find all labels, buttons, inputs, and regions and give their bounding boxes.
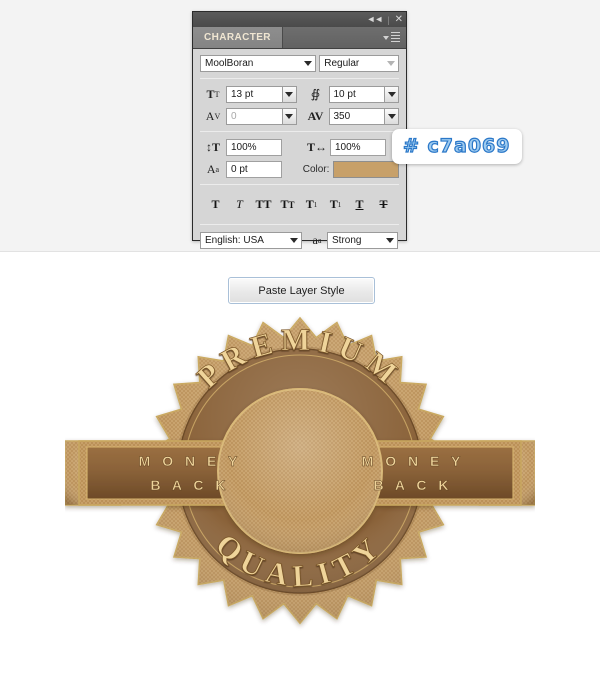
tab-character-label: CHARACTER: [204, 32, 271, 43]
leading-caret[interactable]: [384, 86, 399, 103]
baseline-color-row: Aa 0 pt Color:: [200, 161, 399, 178]
character-panel-body: MoolBoran Regular TT 13 pt ∯ 10 pt A V 0…: [193, 49, 406, 249]
chevron-down-icon: [383, 35, 389, 40]
paste-layer-style-button[interactable]: Paste Layer Style: [228, 277, 375, 304]
language-caret[interactable]: [287, 232, 302, 249]
baseline-shift-icon: Aa: [206, 162, 220, 176]
panel-titlebar: ◄◄ | ✕: [193, 12, 406, 27]
underline-button[interactable]: T: [348, 195, 372, 214]
font-family-select[interactable]: MoolBoran: [200, 55, 317, 72]
photoshop-panel-area: ◄◄ | ✕ CHARACTER MoolBoran Regular T T 1…: [0, 0, 600, 252]
character-panel: ◄◄ | ✕ CHARACTER MoolBoran Regular T T 1…: [192, 11, 407, 249]
leading-value[interactable]: 10 pt: [328, 86, 384, 103]
ribbon-left-line1: M O N E Y: [139, 453, 242, 469]
language-row: English: USA aa Strong: [200, 232, 399, 249]
close-icon[interactable]: ✕: [395, 14, 403, 25]
collapse-icon[interactable]: ◄◄: [366, 15, 383, 24]
hex-color-callout: # c7a069: [392, 129, 522, 164]
faux-bold-button[interactable]: T: [204, 195, 228, 214]
faux-italic-button[interactable]: T: [228, 195, 252, 214]
tracking-value[interactable]: 350: [328, 108, 384, 125]
antialias-caret[interactable]: [383, 232, 398, 249]
font-style-select[interactable]: Regular: [319, 55, 399, 72]
strikethrough-button[interactable]: T: [372, 195, 396, 214]
color-label: Color:: [302, 164, 330, 175]
kerning-icon: AV: [205, 109, 221, 123]
scale-row: ↕ T 100% T ↔ 100%: [200, 139, 399, 156]
horizontal-scale-icon: T ↔: [306, 140, 327, 154]
language-value[interactable]: English: USA: [200, 232, 287, 249]
font-family-caret[interactable]: [301, 55, 317, 72]
font-style-caret: [384, 55, 399, 72]
vertical-scale-value[interactable]: 100%: [226, 139, 282, 156]
canvas-area: Paste Layer Style PREMIUM QUALITY M O N …: [0, 252, 600, 692]
premium-quality-badge: PREMIUM QUALITY M O N E Y B A C K M O N …: [65, 308, 535, 638]
font-size-value[interactable]: 13 pt: [226, 86, 282, 103]
panel-tabbar: CHARACTER: [193, 27, 406, 49]
superscript-button[interactable]: T1: [300, 195, 324, 214]
titlebar-divider: |: [387, 14, 390, 25]
size-leading-row: TT 13 pt ∯ 10 pt: [200, 86, 399, 103]
font-size-caret[interactable]: [281, 86, 297, 103]
panel-divider-1: [200, 78, 399, 79]
panel-menu-icon[interactable]: [383, 27, 406, 48]
kerning-field[interactable]: 0: [226, 108, 297, 125]
panel-divider-4: [200, 224, 399, 225]
paste-layer-style-label: Paste Layer Style: [258, 284, 345, 297]
font-style-buttons: T T TT TT T1 T1 T T: [200, 192, 399, 218]
subscript-button[interactable]: T1: [324, 195, 348, 214]
badge-ribbon: M O N E Y B A C K M O N E Y B A C K: [65, 388, 535, 554]
text-color-swatch[interactable]: [333, 161, 399, 178]
tracking-caret[interactable]: [384, 108, 399, 125]
font-size-icon: TT: [206, 87, 220, 101]
panel-divider-3: [200, 184, 399, 185]
kerning-caret[interactable]: [281, 108, 297, 125]
anti-alias-icon: aa: [312, 233, 322, 247]
leading-icon: ∯: [310, 87, 321, 101]
language-select[interactable]: English: USA: [200, 232, 302, 249]
font-style-value[interactable]: Regular: [319, 55, 384, 72]
horizontal-scale-value[interactable]: 100%: [330, 139, 386, 156]
small-caps-button[interactable]: TT: [276, 195, 300, 214]
all-caps-button[interactable]: TT: [252, 195, 276, 214]
tracking-icon: AV: [307, 109, 324, 123]
tracking-field[interactable]: 350: [328, 108, 399, 125]
ribbon-right-line1: M O N E Y: [362, 453, 465, 469]
leading-field[interactable]: 10 pt: [328, 86, 399, 103]
font-family-value[interactable]: MoolBoran: [200, 55, 302, 72]
hamburger-icon: [391, 31, 400, 44]
ribbon-right-line2: B A C K: [373, 477, 452, 493]
font-size-field[interactable]: 13 pt: [226, 86, 297, 103]
kerning-tracking-row: AV 0 AV 350: [200, 108, 399, 125]
font-row: MoolBoran Regular: [200, 55, 399, 72]
panel-divider-2: [200, 131, 399, 132]
antialias-select[interactable]: Strong: [327, 232, 398, 249]
tab-character[interactable]: CHARACTER: [193, 27, 283, 48]
ribbon-left-line2: B A C K: [150, 477, 229, 493]
antialias-value[interactable]: Strong: [327, 232, 383, 249]
kerning-value[interactable]: 0: [226, 108, 282, 125]
vertical-scale-icon: ↕ T: [205, 140, 220, 154]
baseline-shift-value[interactable]: 0 pt: [226, 161, 282, 178]
